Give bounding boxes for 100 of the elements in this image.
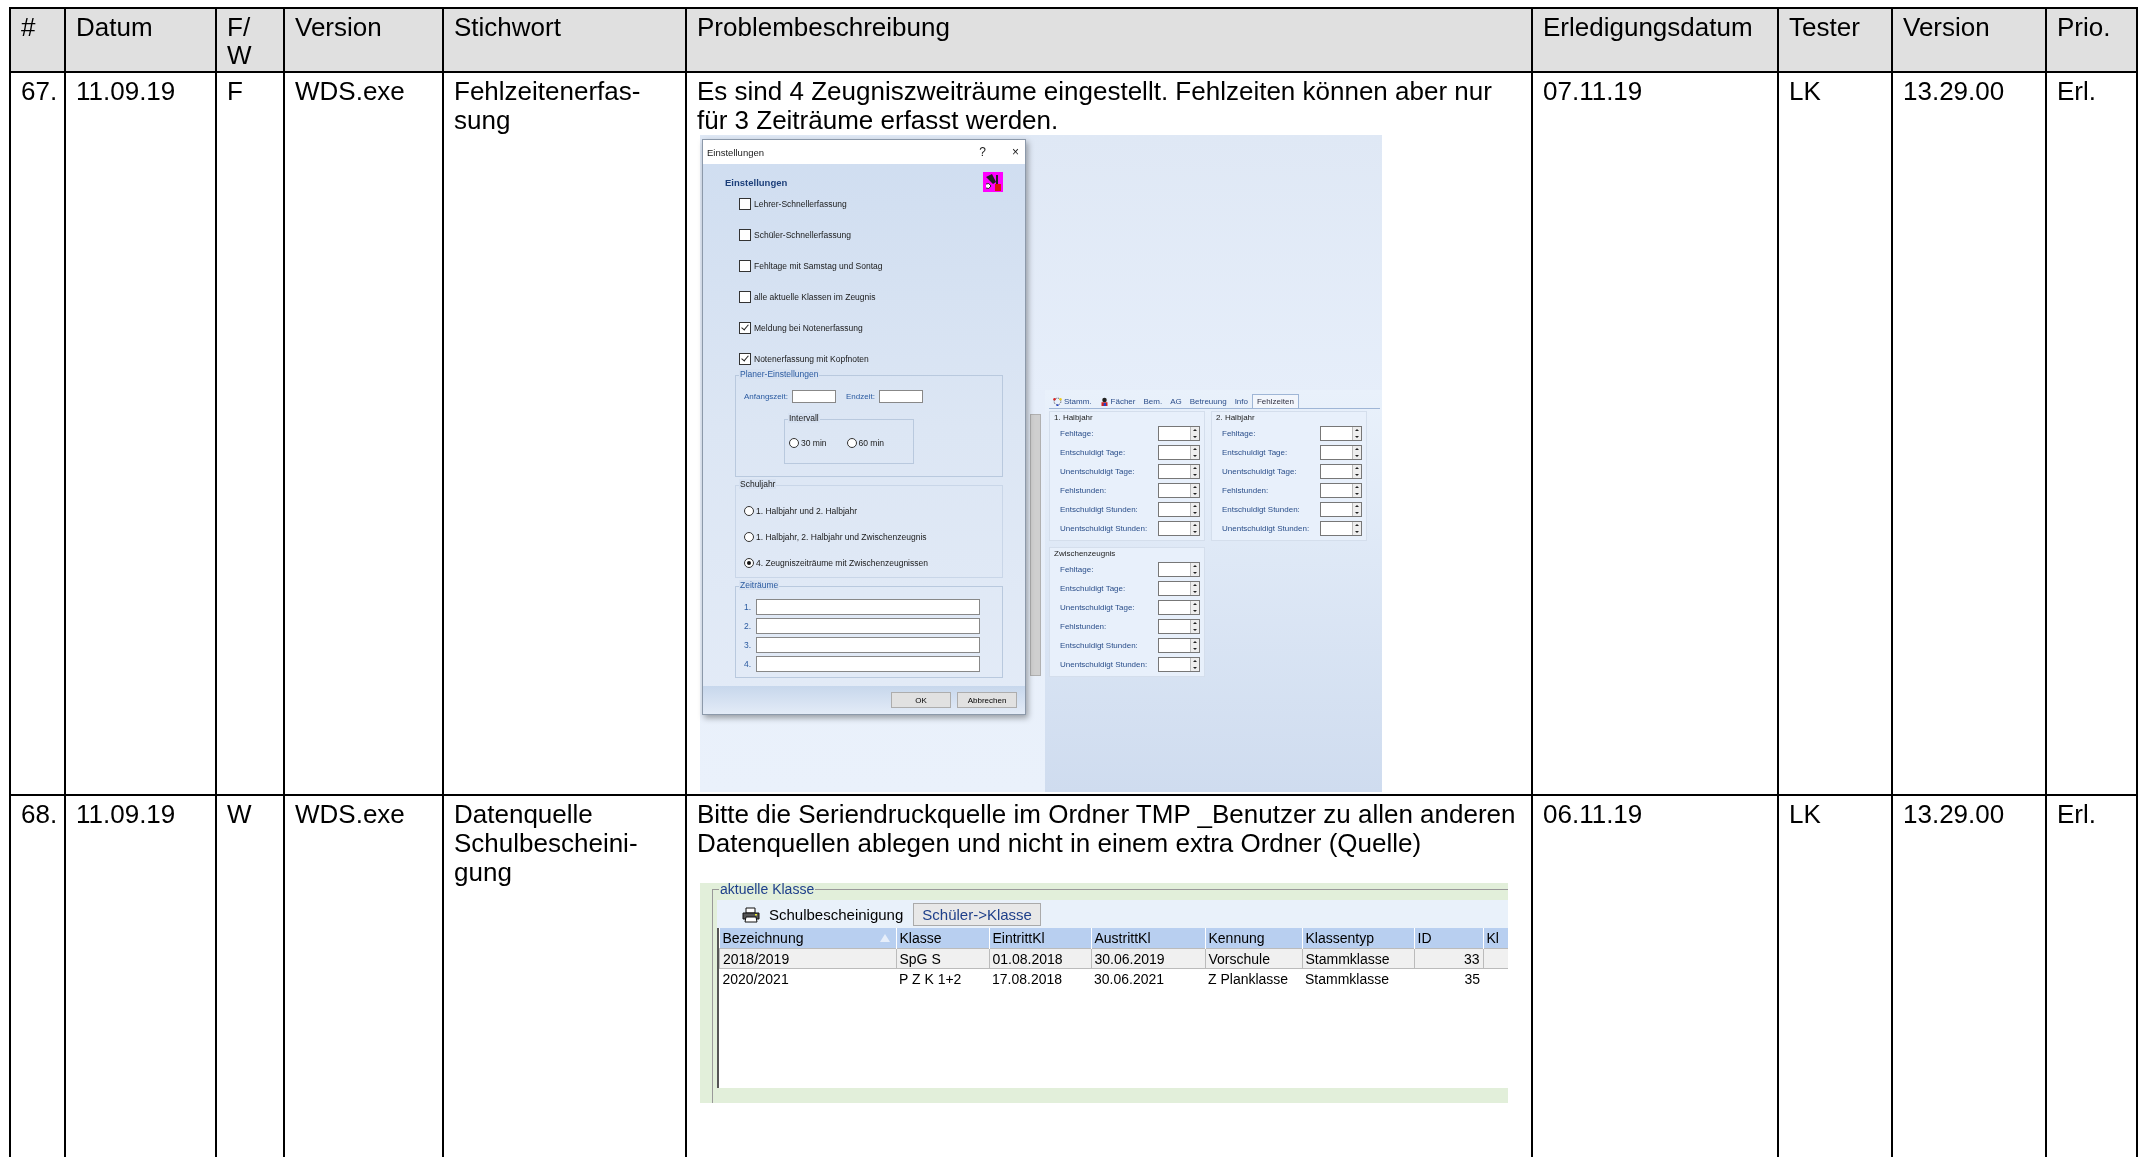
spinner-field[interactable] bbox=[1158, 600, 1200, 615]
radio-button[interactable] bbox=[744, 531, 754, 542]
help-button[interactable]: ? bbox=[979, 145, 986, 159]
tab[interactable]: Fehlzeiten bbox=[1251, 394, 1299, 408]
column-header[interactable]: ID bbox=[1414, 928, 1483, 949]
text-field[interactable] bbox=[878, 390, 923, 403]
table-cell: Datenquelle Schulbescheini-gung bbox=[454, 799, 638, 887]
checkbox[interactable] bbox=[739, 229, 751, 241]
spinner-field[interactable] bbox=[1320, 464, 1362, 479]
field-label: Unentschuldigt Tage: bbox=[1222, 467, 1297, 476]
grid-cell: 17.08.2018 bbox=[989, 968, 1091, 988]
spinner-field[interactable] bbox=[1320, 502, 1362, 517]
radio-button[interactable] bbox=[789, 437, 799, 448]
grid-cell: 2020/2021 bbox=[719, 968, 896, 988]
column-header[interactable]: AustrittKl bbox=[1091, 928, 1205, 949]
text-field[interactable] bbox=[792, 390, 837, 403]
checkbox-label: Notenerfassung mit Kopfnoten bbox=[754, 354, 869, 364]
field-label: Entschuldigt Tage: bbox=[1060, 584, 1126, 593]
ok-button[interactable]: OK bbox=[891, 692, 951, 708]
table-cell: F bbox=[227, 76, 243, 106]
group-title: Zeiträume bbox=[739, 580, 780, 590]
tab[interactable]: Betreuung bbox=[1185, 395, 1231, 408]
spinner-field[interactable] bbox=[1158, 581, 1200, 596]
spinner-field[interactable] bbox=[1158, 426, 1200, 441]
radio-button[interactable] bbox=[744, 505, 754, 516]
dialog-heading: Einstellungen bbox=[725, 176, 788, 188]
table-cell: 11.09.19 bbox=[76, 76, 176, 106]
radio-label: 60 min bbox=[858, 437, 885, 448]
field-label: Fehlstunden: bbox=[1222, 486, 1269, 495]
spinner-field[interactable] bbox=[1158, 464, 1200, 479]
group-title: Schuljahr bbox=[739, 479, 777, 489]
table-cell: Erl. bbox=[2057, 799, 2096, 829]
spinner-field[interactable] bbox=[1158, 445, 1200, 460]
spinner-field[interactable] bbox=[1158, 502, 1200, 517]
checkbox[interactable] bbox=[739, 291, 751, 303]
column-header[interactable]: Klassentyp bbox=[1302, 928, 1414, 949]
window-title: Einstellungen bbox=[707, 146, 765, 158]
column-header: Prio. bbox=[2057, 12, 2111, 42]
grid-cell: Z Planklasse bbox=[1205, 968, 1302, 988]
column-header[interactable]: Kl bbox=[1483, 928, 1508, 949]
radio-label: 30 min bbox=[801, 437, 827, 448]
printer-icon bbox=[741, 906, 761, 923]
description-text: Bitte die Seriendruckquelle im Ordner TMP _Benutzer zu allen anderen Datenquellen ablegen und nicht in einem extra Ordner (Quelle) bbox=[697, 800, 1517, 858]
spinner-field[interactable] bbox=[1158, 638, 1200, 653]
radio-button[interactable] bbox=[846, 437, 857, 448]
group-title: 1. Halbjahr bbox=[1054, 413, 1094, 422]
table-cell: W bbox=[227, 799, 252, 829]
checkbox-label: Schüler-Schnellerfassung bbox=[754, 230, 851, 240]
tab[interactable]: Fächer bbox=[1095, 395, 1140, 408]
spinner-field[interactable] bbox=[1320, 483, 1362, 498]
grid-cell: 30.06.2019 bbox=[1091, 948, 1205, 969]
radio-label: 4. Zeugniszeiträume mit Zwischenzeugnissen bbox=[756, 557, 928, 568]
field-label: Fehlstunden: bbox=[1060, 622, 1107, 631]
column-header[interactable]: Bezeichnung bbox=[719, 928, 896, 949]
group-title: Zwischenzeugnis bbox=[1054, 549, 1117, 558]
table-cell: 67. bbox=[21, 76, 58, 106]
text-field[interactable] bbox=[756, 618, 980, 634]
spinner-field[interactable] bbox=[1158, 483, 1200, 498]
text-field[interactable] bbox=[756, 656, 980, 672]
print-button[interactable]: Schulbescheinigung bbox=[737, 903, 908, 926]
field-label: Anfangszeit: bbox=[744, 392, 789, 401]
spinner-field[interactable] bbox=[1158, 521, 1200, 536]
radio-label: 1. Halbjahr und 2. Halbjahr bbox=[756, 505, 858, 516]
column-header: F/ W bbox=[227, 12, 252, 70]
table-cell: 13.29.00 bbox=[1903, 76, 2005, 106]
grid-cell: SpG S bbox=[896, 948, 989, 969]
checkbox[interactable] bbox=[739, 260, 751, 272]
column-header: Version bbox=[295, 12, 382, 42]
move-button[interactable]: Schüler->Klasse bbox=[913, 903, 1041, 926]
close-button[interactable]: × bbox=[1012, 145, 1019, 159]
spinner-field[interactable] bbox=[1158, 657, 1200, 672]
text-field[interactable] bbox=[756, 637, 980, 653]
tab[interactable]: Stamm. bbox=[1049, 395, 1096, 408]
tab[interactable]: Info bbox=[1230, 395, 1252, 408]
grid-cell: Vorschule bbox=[1205, 948, 1302, 969]
text-field[interactable] bbox=[756, 599, 980, 615]
radio-button[interactable] bbox=[744, 557, 754, 568]
grid-cell: 35 bbox=[1414, 968, 1483, 988]
cancel-button[interactable]: Abbrechen bbox=[957, 692, 1017, 708]
field-label: Unentschuldigt Stunden: bbox=[1060, 660, 1148, 669]
checkbox[interactable] bbox=[739, 198, 751, 210]
column-header[interactable]: EintrittKl bbox=[989, 928, 1091, 949]
column-header[interactable]: Klasse bbox=[896, 928, 989, 949]
checkbox[interactable] bbox=[739, 322, 751, 334]
tab[interactable]: AG bbox=[1166, 395, 1186, 408]
field-label: Fehltage: bbox=[1060, 565, 1094, 574]
group-title: 2. Halbjahr bbox=[1216, 413, 1256, 422]
field-label: Fehltage: bbox=[1222, 429, 1256, 438]
spinner-field[interactable] bbox=[1158, 619, 1200, 634]
column-header: # bbox=[21, 12, 36, 42]
checkbox[interactable] bbox=[739, 353, 751, 365]
tab[interactable]: Bem. bbox=[1139, 395, 1167, 408]
column-header[interactable]: Kennung bbox=[1205, 928, 1302, 949]
spinner-field[interactable] bbox=[1320, 445, 1362, 460]
spinner-field[interactable] bbox=[1320, 426, 1362, 441]
spinner-field[interactable] bbox=[1158, 562, 1200, 577]
column-header: Erledigungsdatum bbox=[1543, 12, 1753, 42]
table-cell: 13.29.00 bbox=[1903, 799, 2005, 829]
group-title: Planer-Einstellungen bbox=[739, 369, 820, 379]
spinner-field[interactable] bbox=[1320, 521, 1362, 536]
